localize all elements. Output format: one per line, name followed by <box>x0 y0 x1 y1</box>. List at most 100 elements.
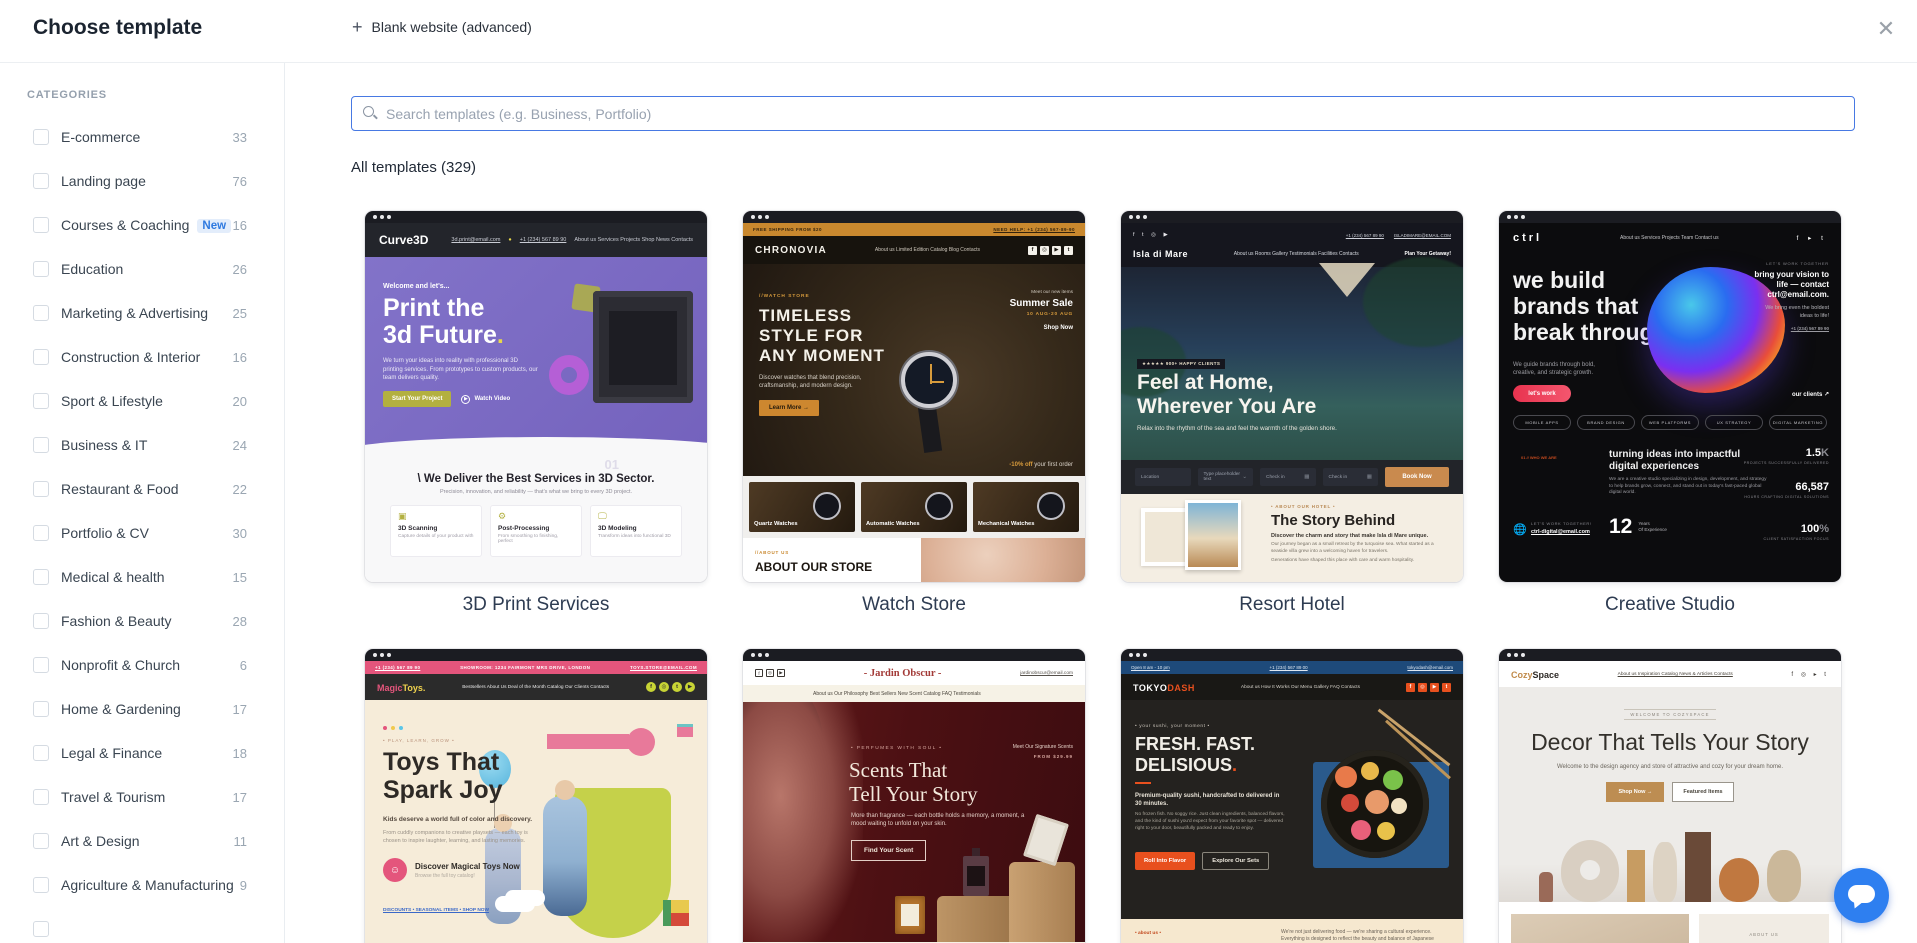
sidebar-item-construction-interior[interactable]: Construction & Interior 16 <box>0 335 284 379</box>
template-caption: Resort Hotel <box>1121 594 1463 616</box>
category-count: 24 <box>233 438 247 453</box>
sidebar-item-portfolio-cv[interactable]: Portfolio & CV 30 <box>0 511 284 555</box>
thumb-body: We guide brands through bold, creative, … <box>1513 361 1595 377</box>
checkbox[interactable] <box>33 129 49 145</box>
checkbox[interactable] <box>33 349 49 365</box>
thumb-headline: Toys That Spark Joy <box>383 748 503 804</box>
thumb-headline: Feel at Home, Wherever You Are <box>1137 371 1316 419</box>
toy-blocks-shape <box>663 900 689 926</box>
checkbox[interactable] <box>33 217 49 233</box>
sidebar-item-business-it[interactable]: Business & IT 24 <box>0 423 284 467</box>
checkbox[interactable] <box>33 745 49 761</box>
checkbox[interactable] <box>33 305 49 321</box>
shipping-note: FREE SHIPPING FROM $20 <box>753 227 822 232</box>
sidebar-item-legal-finance[interactable]: Legal & Finance 18 <box>0 731 284 775</box>
thumb-nav-links: About us Rooms Gallery Testimonials Faci… <box>1234 251 1359 257</box>
checkbox[interactable] <box>33 437 49 453</box>
sidebar-item-travel-tourism[interactable]: Travel & Tourism 17 <box>0 775 284 819</box>
feature-card: ▣ 3D Scanning Capture details of your pr… <box>390 505 482 557</box>
years-experience: 12 Years Of Experience <box>1609 515 1667 539</box>
checkbox[interactable] <box>33 393 49 409</box>
checkbox[interactable] <box>33 877 49 893</box>
sidebar-item-landing-page[interactable]: Landing page 76 <box>0 159 284 203</box>
sidebar-item-medical-health[interactable]: Medical & health 15 <box>0 555 284 599</box>
sidebar-item-education[interactable]: Education 26 <box>0 247 284 291</box>
gallery-tile <box>1511 914 1689 943</box>
thumb-headline: we build brands that break through <box>1513 267 1668 345</box>
sidebar-item-ecommerce[interactable]: E-commerce 33 <box>0 115 284 159</box>
sidebar-item-restaurant-food[interactable]: Restaurant & Food 22 <box>0 467 284 511</box>
sidebar-item-home-gardening[interactable]: Home & Gardening 17 <box>0 687 284 731</box>
category-count: 15 <box>233 570 247 585</box>
sidebar-item-partial[interactable] <box>0 907 284 943</box>
checkbox[interactable] <box>33 525 49 541</box>
chat-widget-button[interactable] <box>1834 868 1889 923</box>
watch-strap <box>918 405 942 453</box>
booking-bar: Location Type placeholder text⌄ Check in… <box>1121 460 1463 494</box>
thumb-brand: CHRONOVIA <box>755 245 827 256</box>
twitter-icon: t <box>1442 683 1451 692</box>
checkbox[interactable] <box>33 481 49 497</box>
youtube-icon: ▶ <box>685 682 695 692</box>
vases-photo <box>1499 806 1841 902</box>
browser-chrome <box>1121 649 1463 661</box>
type-dropdown: Type placeholder text⌄ <box>1198 468 1254 486</box>
promo-block: Meet our new items Summer Sale 10 AUG-20… <box>1010 290 1073 331</box>
category-count: 22 <box>233 482 247 497</box>
template-card-cozyspace[interactable]: CozySpace About us Inspiration Catalog N… <box>1499 649 1841 943</box>
thumb-nav-links: About us Services Projects Shop News Con… <box>574 237 693 243</box>
decor-shape <box>547 734 629 749</box>
template-card-jardin-obscur[interactable]: f ◎ ▶ - Jardin Obscur - jardinobscur@ema… <box>743 649 1085 943</box>
about-kicker: //ABOUT US <box>755 550 789 555</box>
template-card-tokyodash[interactable]: Open 8 am - 10 pm +1 (234) 567 89 00 tok… <box>1121 649 1463 943</box>
template-card-magictoys[interactable]: +1 (234) 567 89 90 SHOWROOM: 1234 FAIRMO… <box>365 649 707 943</box>
sidebar-item-art-design[interactable]: Art & Design 11 <box>0 819 284 863</box>
rating-badge: ★★★★★ 900+ HAPPY CLIENTS <box>1137 359 1225 369</box>
sidebar-item-agriculture-manufacturing[interactable]: Agriculture & Manufacturing 9 <box>0 863 284 907</box>
search-input[interactable] <box>351 96 1855 131</box>
getaway-cta: Plan Your Getaway! <box>1405 251 1452 257</box>
checkbox[interactable] <box>33 833 49 849</box>
thumb-brand: Isla di Mare <box>1133 249 1188 259</box>
who-body: We are a creative studio specializing in… <box>1609 477 1767 497</box>
category-tile: Automatic Watches <box>861 482 967 532</box>
browser-chrome <box>1499 211 1841 223</box>
sidebar-item-marketing-advertising[interactable]: Marketing & Advertising 25 <box>0 291 284 335</box>
chevron-down-icon: ⌄ <box>1242 474 1247 480</box>
checkbox[interactable] <box>33 261 49 277</box>
globe-icon: 🌐 <box>1513 523 1527 536</box>
accent-rule <box>1135 782 1151 784</box>
template-card-resort-hotel[interactable]: f t ◎ ▶ +1 (234) 567 89 90 ISLADIMARE@EM… <box>1121 211 1463 649</box>
checkbox[interactable] <box>33 921 49 937</box>
sidebar-item-sport-lifestyle[interactable]: Sport & Lifestyle 20 <box>0 379 284 423</box>
thumb-nav-links: About us How It Works Our Menu Gallery F… <box>1241 685 1360 690</box>
facebook-icon: f <box>755 669 763 677</box>
social-icons: f ◎ ▸ t <box>1791 671 1829 678</box>
checkbox[interactable] <box>33 701 49 717</box>
checkin-field: Check in▦ <box>1323 468 1379 486</box>
thumb-email: 3d.print@email.com <box>451 237 500 243</box>
promo-links: DISCOUNTS • SEASONAL ITEMS • SHOP NOW <box>383 908 489 913</box>
thumb-headline: TIMELESS STYLE FOR ANY MOMENT <box>759 306 885 366</box>
gallery-photo <box>1185 500 1241 570</box>
open-hours: Open 8 am - 10 pm <box>1131 665 1170 670</box>
checkbox[interactable] <box>33 613 49 629</box>
checkbox[interactable] <box>33 569 49 585</box>
feature-card: 🖵 3D Modeling Transform ideas into funct… <box>590 505 682 557</box>
checkbox[interactable] <box>33 173 49 189</box>
browser-chrome <box>743 649 1085 661</box>
sidebar-item-fashion-beauty[interactable]: Fashion & Beauty 28 <box>0 599 284 643</box>
thumb-brand: Curve3D <box>379 233 428 247</box>
template-thumbnail: Curve3D 3d.print@email.com ● +1 (234) 56… <box>365 211 707 582</box>
help-phone: NEED HELP: +1 (234) 567-89-90 <box>993 227 1075 232</box>
template-card-3d-print-services[interactable]: Curve3D 3d.print@email.com ● +1 (234) 56… <box>365 211 707 649</box>
sidebar-item-nonprofit-church[interactable]: Nonprofit & Church 6 <box>0 643 284 687</box>
close-icon[interactable]: ✕ <box>1873 16 1899 42</box>
template-card-watch-store[interactable]: FREE SHIPPING FROM $20 NEED HELP: +1 (23… <box>743 211 1085 649</box>
checkbox[interactable] <box>33 789 49 805</box>
sidebar-item-courses-coaching[interactable]: Courses & CoachingNew 16 <box>0 203 284 247</box>
blank-website-button[interactable]: + Blank website (advanced) <box>352 18 532 36</box>
footer-contact: LET'S WORK TOGETHER! ctrl-digital@email.… <box>1531 521 1592 535</box>
checkbox[interactable] <box>33 657 49 673</box>
template-card-creative-studio[interactable]: ctrl About us Services Projects Team Con… <box>1499 211 1841 649</box>
